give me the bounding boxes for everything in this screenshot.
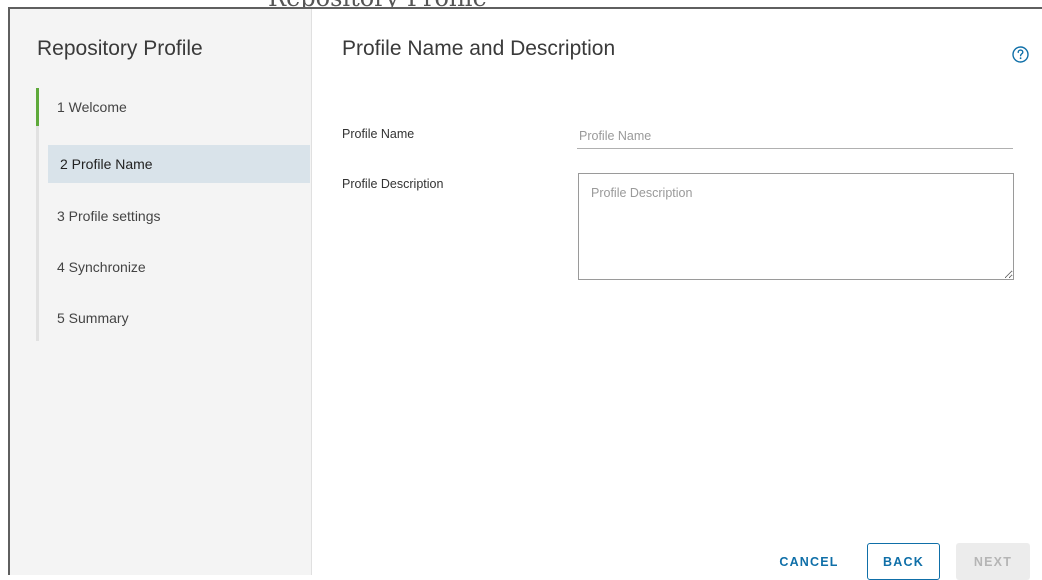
step-welcome[interactable]: 1 Welcome <box>36 88 307 126</box>
sidebar-title: Repository Profile <box>37 37 203 60</box>
cancel-button[interactable]: CANCEL <box>773 543 845 580</box>
step-list: 1 Welcome 2 Profile Name 3 Profile setti… <box>36 88 313 341</box>
next-button[interactable]: NEXT <box>956 543 1030 580</box>
page-title: Profile Name and Description <box>342 37 616 60</box>
profile-name-input[interactable] <box>577 123 1013 149</box>
back-button[interactable]: BACK <box>867 543 940 580</box>
profile-description-label: Profile Description <box>342 177 444 191</box>
wizard-modal: Repository Profile 1 Welcome 2 Profile N… <box>8 7 1042 580</box>
step-profile-settings[interactable]: 3 Profile settings <box>39 197 310 235</box>
help-circle-icon[interactable] <box>1011 45 1030 64</box>
step-summary[interactable]: 5 Summary <box>39 299 310 337</box>
wizard-sidebar: Repository Profile 1 Welcome 2 Profile N… <box>10 9 312 575</box>
step-synchronize[interactable]: 4 Synchronize <box>39 248 310 286</box>
step-profile-name[interactable]: 2 Profile Name <box>48 145 310 183</box>
profile-description-input[interactable] <box>578 173 1014 280</box>
profile-name-label: Profile Name <box>342 127 415 141</box>
